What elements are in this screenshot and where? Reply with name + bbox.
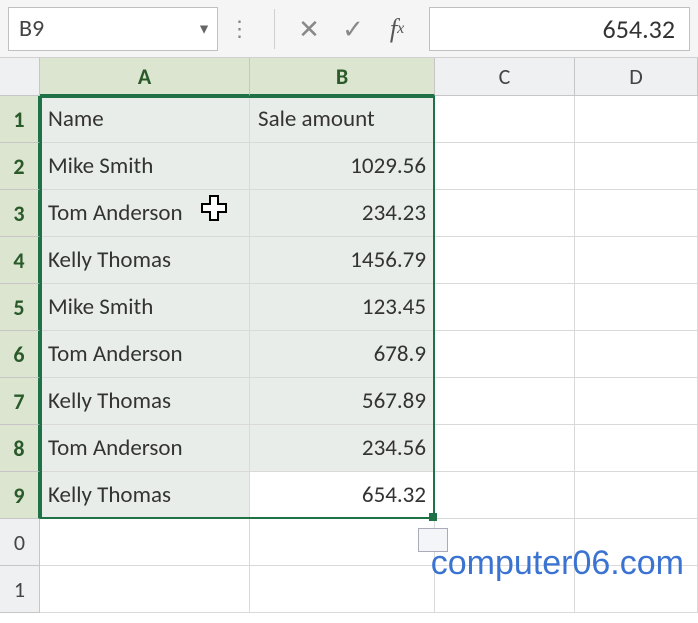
table-row: 5 Mike Smith 123.45 <box>0 284 698 331</box>
table-row: 1 Name Sale amount <box>0 96 698 143</box>
cell-D6[interactable] <box>575 331 698 378</box>
cell-C8[interactable] <box>435 425 575 472</box>
name-box[interactable]: B9 ▼ <box>8 7 218 51</box>
row-header-1[interactable]: 1 <box>0 96 40 143</box>
cell-A5[interactable]: Mike Smith <box>40 284 250 331</box>
cell-B5[interactable]: 123.45 <box>250 284 435 331</box>
cell-A4[interactable]: Kelly Thomas <box>40 237 250 284</box>
cell-C3[interactable] <box>435 190 575 237</box>
fx-icon[interactable]: fx <box>375 7 419 51</box>
table-row: 2 Mike Smith 1029.56 <box>0 143 698 190</box>
cell-C5[interactable] <box>435 284 575 331</box>
cell-D7[interactable] <box>575 378 698 425</box>
cell-C4[interactable] <box>435 237 575 284</box>
column-header-A[interactable]: A <box>40 58 250 96</box>
table-row: 7 Kelly Thomas 567.89 <box>0 378 698 425</box>
cell-A3[interactable]: Tom Anderson <box>40 190 250 237</box>
cell-C11[interactable] <box>435 566 575 613</box>
cell-D11[interactable] <box>575 566 698 613</box>
chevron-down-icon[interactable]: ▼ <box>197 20 211 37</box>
cell-B6[interactable]: 678.9 <box>250 331 435 378</box>
table-row: 0 <box>0 519 698 566</box>
cell-D1[interactable] <box>575 96 698 143</box>
cell-D2[interactable] <box>575 143 698 190</box>
table-row: 4 Kelly Thomas 1456.79 <box>0 237 698 284</box>
options-button[interactable]: ⋮ <box>218 7 262 51</box>
column-header-D[interactable]: D <box>575 58 698 96</box>
cell-A7[interactable]: Kelly Thomas <box>40 378 250 425</box>
cell-A11[interactable] <box>40 566 250 613</box>
cell-C10[interactable] <box>435 519 575 566</box>
cell-B9[interactable]: 654.32 <box>250 472 435 519</box>
cell-B3[interactable]: 234.23 <box>250 190 435 237</box>
cell-D9[interactable] <box>575 472 698 519</box>
cell-D4[interactable] <box>575 237 698 284</box>
select-all-corner[interactable] <box>0 58 40 96</box>
cell-C2[interactable] <box>435 143 575 190</box>
cell-D8[interactable] <box>575 425 698 472</box>
cell-B4[interactable]: 1456.79 <box>250 237 435 284</box>
separator <box>274 9 275 49</box>
formula-value: 654.32 <box>603 13 675 45</box>
cell-B2[interactable]: 1029.56 <box>250 143 435 190</box>
row-header-2[interactable]: 2 <box>0 143 40 190</box>
cell-D5[interactable] <box>575 284 698 331</box>
cell-B10[interactable] <box>250 519 435 566</box>
table-row: 8 Tom Anderson 234.56 <box>0 425 698 472</box>
cell-C7[interactable] <box>435 378 575 425</box>
table-row: 6 Tom Anderson 678.9 <box>0 331 698 378</box>
cancel-icon[interactable]: ✕ <box>287 7 331 51</box>
cell-A10[interactable] <box>40 519 250 566</box>
table-row: 1 <box>0 566 698 613</box>
row-header-4[interactable]: 4 <box>0 237 40 284</box>
spreadsheet-grid[interactable]: A B C D 1 Name Sale amount 2 Mike Smith … <box>0 58 698 613</box>
cell-D10[interactable] <box>575 519 698 566</box>
column-header-C[interactable]: C <box>435 58 575 96</box>
cell-A9[interactable]: Kelly Thomas <box>40 472 250 519</box>
cell-A1[interactable]: Name <box>40 96 250 143</box>
row-header-5[interactable]: 5 <box>0 284 40 331</box>
cell-A8[interactable]: Tom Anderson <box>40 425 250 472</box>
row-header-8[interactable]: 8 <box>0 425 40 472</box>
cell-B11[interactable] <box>250 566 435 613</box>
cell-B8[interactable]: 234.56 <box>250 425 435 472</box>
row-header-9[interactable]: 9 <box>0 472 40 519</box>
row-header-3[interactable]: 3 <box>0 190 40 237</box>
table-row: 3 Tom Anderson 234.23 <box>0 190 698 237</box>
column-header-B[interactable]: B <box>250 58 435 96</box>
row-header-10[interactable]: 0 <box>0 519 40 566</box>
cell-C9[interactable] <box>435 472 575 519</box>
row-header-6[interactable]: 6 <box>0 331 40 378</box>
cell-C6[interactable] <box>435 331 575 378</box>
cell-A6[interactable]: Tom Anderson <box>40 331 250 378</box>
enter-icon[interactable]: ✓ <box>331 7 375 51</box>
name-box-value: B9 <box>19 14 44 43</box>
formula-bar: B9 ▼ ⋮ ✕ ✓ fx 654.32 <box>0 0 698 58</box>
column-headers: A B C D <box>0 58 698 96</box>
row-header-7[interactable]: 7 <box>0 378 40 425</box>
cell-C1[interactable] <box>435 96 575 143</box>
cell-B1[interactable]: Sale amount <box>250 96 435 143</box>
row-header-11[interactable]: 1 <box>0 566 40 613</box>
paste-options-icon[interactable] <box>418 528 448 552</box>
rows-container: 1 Name Sale amount 2 Mike Smith 1029.56 … <box>0 96 698 613</box>
cell-B7[interactable]: 567.89 <box>250 378 435 425</box>
cell-D3[interactable] <box>575 190 698 237</box>
cell-A2[interactable]: Mike Smith <box>40 143 250 190</box>
table-row: 9 Kelly Thomas 654.32 <box>0 472 698 519</box>
formula-input[interactable]: 654.32 <box>429 7 690 51</box>
